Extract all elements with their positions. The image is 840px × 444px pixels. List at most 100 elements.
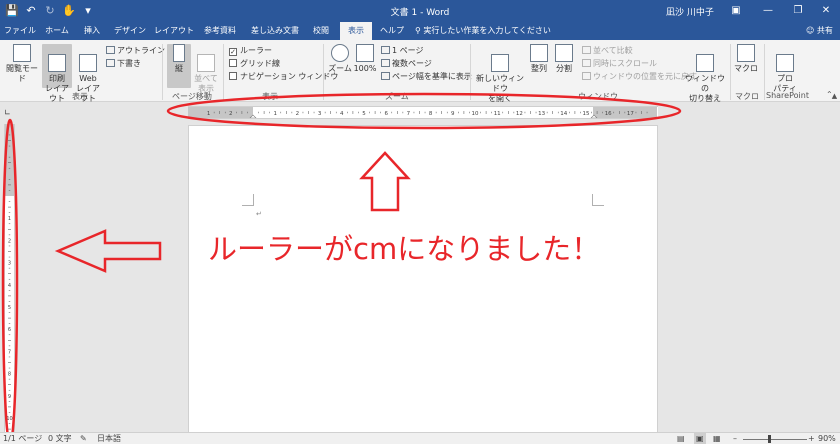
zoom-button[interactable]: ズーム <box>327 44 353 88</box>
checkbox-box <box>229 72 237 80</box>
side-to-side-button[interactable]: 並べて 表示 <box>193 44 219 93</box>
zoom-100-button[interactable]: 100% <box>352 44 378 88</box>
ruler-number: 17 <box>627 111 634 117</box>
tab-mailings[interactable]: 差し込み文書 <box>247 22 303 40</box>
tab-view[interactable]: 表示 <box>340 22 372 40</box>
page-width-icon <box>381 72 390 80</box>
view-side-by-side-button[interactable]: 並べて比較 <box>582 45 633 56</box>
tell-me-search[interactable]: ⚲ 実行したい作業を入力してください <box>415 22 551 40</box>
ruler-number: 4 <box>340 111 344 117</box>
one-page-button[interactable]: 1 ページ <box>381 45 423 56</box>
tab-home[interactable]: ホーム <box>41 22 73 40</box>
ruler-number: 11 <box>494 111 501 117</box>
zoom-slider-thumb[interactable] <box>768 435 771 443</box>
page-width-button[interactable]: ページ幅を基準に表示 <box>381 71 472 82</box>
document-page[interactable]: ↵ <box>188 125 658 444</box>
ruler-number: 1 <box>207 111 211 117</box>
new-window-icon <box>491 54 509 72</box>
share-button[interactable]: ☺ 共有 <box>806 22 833 40</box>
arrange-all-label: 整列 <box>531 64 547 73</box>
close-icon[interactable]: ✕ <box>810 0 840 22</box>
proofing-icon[interactable]: ✎ <box>80 433 87 444</box>
read-mode-icon <box>13 44 31 62</box>
synchronous-scrolling-button[interactable]: 同時にスクロール <box>582 58 657 69</box>
tab-file[interactable]: ファイル <box>4 22 36 40</box>
vertical-ruler[interactable]: 1234567891011 <box>4 124 15 444</box>
switch-windows-button[interactable]: ウィンドウの 切り替え <box>685 44 725 103</box>
ruler-checkbox[interactable]: ✓ ルーラー <box>229 45 272 56</box>
read-mode-button[interactable]: 閲覧モード <box>4 44 40 88</box>
tab-selector-icon[interactable]: ∟ <box>3 108 12 117</box>
language[interactable]: 日本語 <box>97 433 121 444</box>
vertical-label: 縦 <box>175 64 183 73</box>
view-side-by-side-label: 並べて比較 <box>593 46 633 55</box>
user-name[interactable]: 凪沙 川中子 <box>666 5 714 18</box>
zoom-slider[interactable] <box>743 439 807 440</box>
group-label-views: 表示 <box>72 92 88 101</box>
ruler-number: 6 <box>384 111 388 117</box>
person-icon: ☺ <box>806 26 817 35</box>
ruler-number: 2 <box>229 111 233 117</box>
indent-marker-icon[interactable] <box>249 114 257 118</box>
tab-help[interactable]: ヘルプ <box>377 22 407 40</box>
ruler-number: 5 <box>8 305 11 311</box>
draft-button[interactable]: 下書き <box>106 58 141 69</box>
tab-insert[interactable]: 挿入 <box>80 22 104 40</box>
switch-windows-label: ウィンドウの 切り替え <box>685 74 725 103</box>
outline-button[interactable]: アウトライン <box>106 45 165 56</box>
split-icon <box>555 44 573 62</box>
word-count[interactable]: 0 文字 <box>48 433 72 444</box>
right-indent-marker-icon[interactable] <box>590 114 598 118</box>
gridlines-checkbox[interactable]: グリッド線 <box>229 58 280 69</box>
zoom-label: ズーム <box>328 64 352 73</box>
web-layout-view-icon[interactable]: ▦ <box>713 433 721 444</box>
zoom-in-icon[interactable]: + <box>808 433 815 444</box>
ruler-number: 15 <box>583 111 590 117</box>
ruler-number: 7 <box>407 111 411 117</box>
horizontal-ruler[interactable]: 1 2 1 2 3 4 5 6 7 8 9 10 11 12 13 14 15 16 17 <box>188 106 658 119</box>
ruler-number: 2 <box>296 111 300 117</box>
tab-layout[interactable]: レイアウト <box>154 22 194 40</box>
zoom-100-label: 100% <box>353 64 377 73</box>
zoom-level[interactable]: 90% <box>818 433 836 444</box>
macros-button[interactable]: マクロ <box>734 44 758 88</box>
page-count[interactable]: 1/1 ページ <box>3 433 42 444</box>
ribbon-display-options-icon[interactable]: ▣ <box>720 0 752 22</box>
check-icon: ✓ <box>229 48 237 56</box>
multiple-pages-label: 複数ページ <box>392 59 432 68</box>
draft-label: 下書き <box>117 59 141 68</box>
properties-button[interactable]: プロ パティ <box>770 44 800 93</box>
ruler-label: ルーラー <box>240 46 272 55</box>
print-layout-button[interactable]: 印刷 レイアウト <box>42 44 72 103</box>
ruler-ticks: 1234567891011 <box>6 134 13 444</box>
tab-design[interactable]: デザイン <box>112 22 148 40</box>
new-window-button[interactable]: 新しいウィンドウ を開く <box>474 44 526 103</box>
print-layout-view-icon[interactable]: ▣ <box>694 433 706 444</box>
ruler-number: 2 <box>8 238 11 244</box>
draft-icon <box>106 59 115 67</box>
reset-window-position-button[interactable]: ウィンドウの位置を元に戻す <box>582 71 697 82</box>
reset-position-icon <box>582 72 591 80</box>
macro-icon <box>737 44 755 62</box>
read-mode-label: 閲覧モード <box>6 64 38 83</box>
vertical-scrollbar[interactable] <box>829 104 840 432</box>
split-button[interactable]: 分割 <box>552 44 576 88</box>
zoom-out-icon[interactable]: – <box>733 433 737 444</box>
crop-mark <box>592 194 604 206</box>
vertical-button[interactable]: 縦 <box>167 44 191 88</box>
tab-review[interactable]: 校閲 <box>308 22 334 40</box>
scroll-up-icon[interactable]: ▲ <box>830 92 839 101</box>
navigation-pane-checkbox[interactable]: ナビゲーション ウィンドウ <box>229 71 338 82</box>
minimize-icon[interactable]: — <box>752 0 784 22</box>
arrange-all-button[interactable]: 整列 <box>528 44 550 88</box>
window-title: 文書 1 - Word <box>390 8 450 18</box>
word-window: 💾 ↶ ↻ ✋ ▾ 文書 1 - Word 凪沙 川中子 ▣ — ❐ ✕ ファイ… <box>0 0 840 444</box>
ruler-number: 14 <box>560 111 567 117</box>
ruler-number: 9 <box>8 394 11 400</box>
multiple-pages-button[interactable]: 複数ページ <box>381 58 432 69</box>
web-layout-button[interactable]: Web レイアウト <box>73 44 103 103</box>
read-mode-view-icon[interactable]: ▤ <box>677 433 685 444</box>
ruler-number: 12 <box>516 111 523 117</box>
ruler-number: 7 <box>8 349 11 355</box>
tab-references[interactable]: 参考資料 <box>200 22 240 40</box>
